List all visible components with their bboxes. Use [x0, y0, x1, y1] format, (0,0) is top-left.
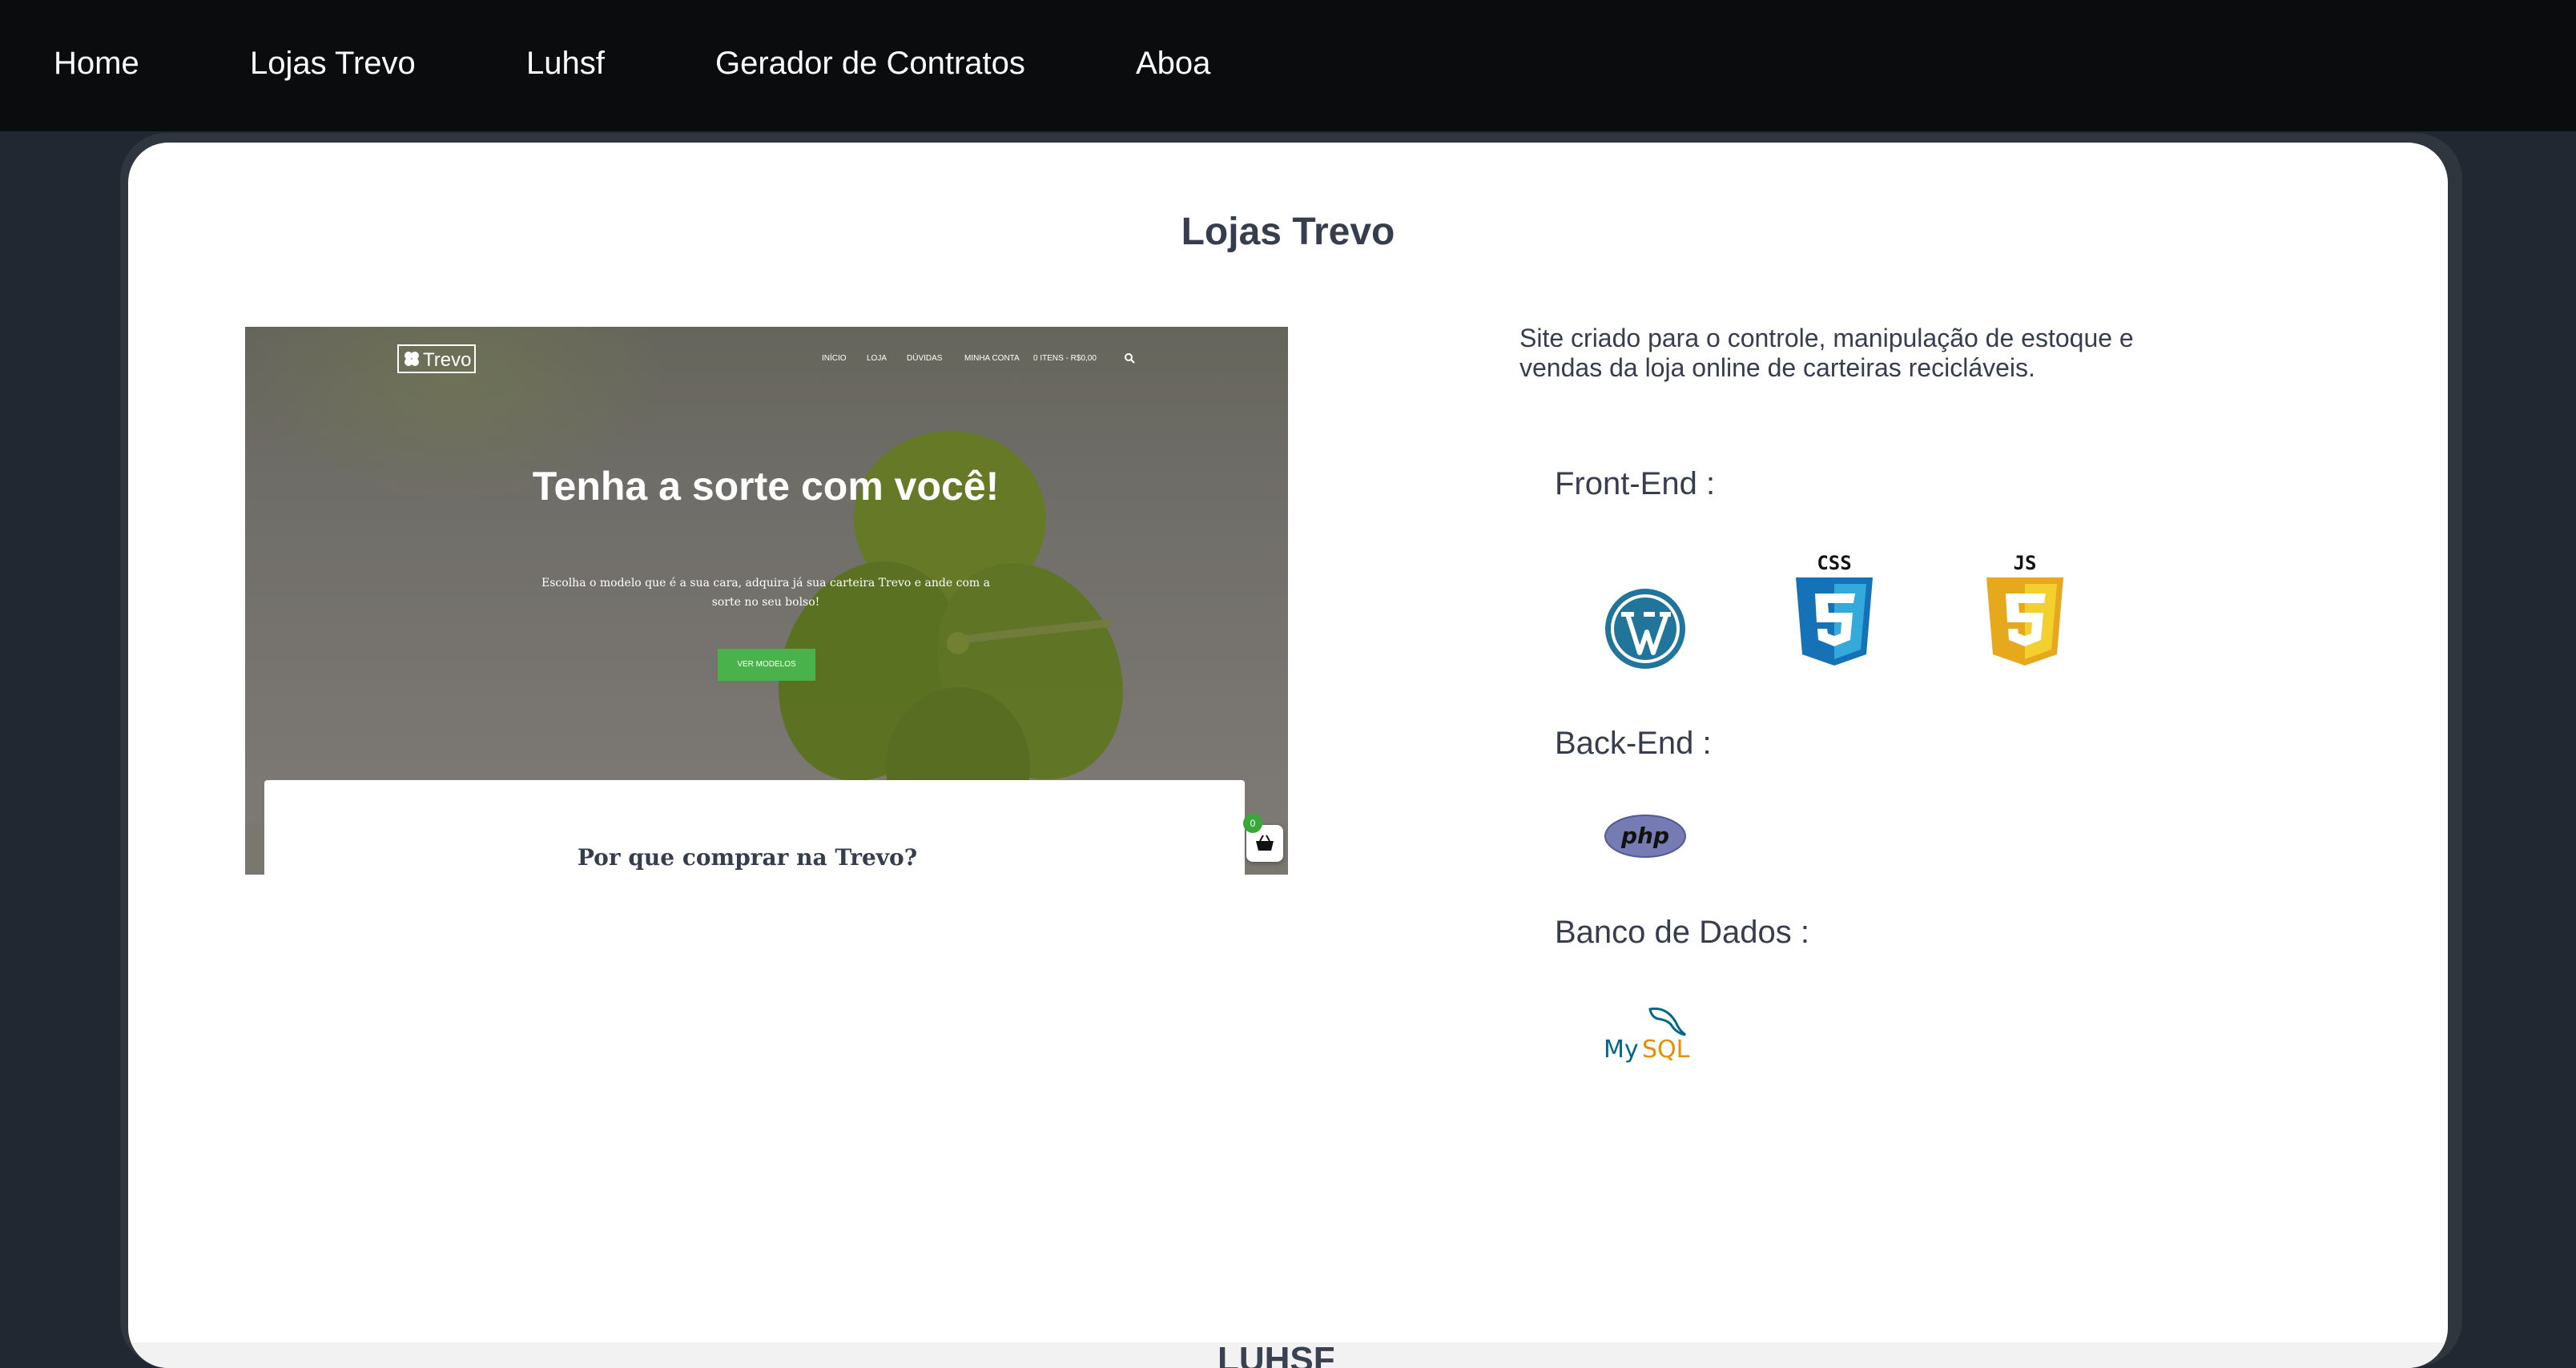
frontend-label: Front-End :	[1555, 466, 1716, 501]
top-navbar: Home Lojas Trevo Luhsf Gerador de Contra…	[0, 0, 2576, 131]
search-icon	[1125, 353, 1135, 364]
mysql-icon: My SQL	[1604, 1007, 1690, 1064]
next-project-title: LUHSF	[1218, 1340, 1335, 1368]
shot-nav-cart-total: 0 ITENS - R$0,00	[1033, 354, 1097, 363]
css3-icon: CSS	[1794, 553, 1874, 666]
database-label: Banco de Dados :	[1555, 915, 1809, 950]
php-icon: php	[1604, 815, 1686, 858]
nav-lojas-trevo-link[interactable]: Lojas Trevo	[250, 46, 416, 82]
project-screenshot: Trevo INÍCIO LOJA DÚVIDAS MINHA CONTA 0 …	[245, 327, 1288, 875]
nav-luhsf-link[interactable]: Luhsf	[526, 46, 605, 82]
shot-cart-badge: 0	[1243, 814, 1262, 833]
project-title: Lojas Trevo	[1181, 211, 1395, 253]
svg-text:CSS: CSS	[1817, 553, 1851, 574]
project-description: Site criado para o controle, manipulação…	[1519, 324, 2134, 382]
javascript-icon: JS	[1985, 553, 2065, 666]
wordpress-icon	[1605, 589, 1685, 669]
nav-aboa-link[interactable]: Aboa	[1136, 46, 1210, 82]
svg-text:SQL: SQL	[1642, 1036, 1690, 1064]
project-card: Lojas Trevo Trevo INÍCIO LOJA DÚVIDAS MI…	[128, 143, 2448, 1368]
svg-text:php: php	[1620, 823, 1669, 849]
shot-nav-inicio: INÍCIO	[822, 354, 847, 363]
shot-nav-duvidas: DÚVIDAS	[907, 354, 943, 363]
clover-logo-icon	[405, 352, 419, 366]
nav-gerador-contratos-link[interactable]: Gerador de Contratos	[715, 46, 1025, 82]
nav-home-link[interactable]: Home	[54, 46, 139, 82]
trevo-logo: Trevo	[397, 344, 476, 373]
svg-text:My: My	[1604, 1036, 1639, 1064]
shot-nav-loja: LOJA	[867, 354, 888, 363]
shot-section-title: Por que comprar na Trevo?	[577, 844, 918, 871]
trevo-logo-text: Trevo	[423, 349, 472, 371]
svg-text:JS: JS	[2014, 553, 2037, 574]
shot-headline: Tenha a sorte com você!	[532, 464, 1000, 509]
backend-label: Back-End :	[1555, 726, 1712, 761]
shot-subtitle: Escolha o modelo que é a sua cara, adqui…	[541, 577, 990, 609]
shot-nav-minha-conta: MINHA CONTA	[964, 354, 1020, 363]
shot-ver-modelos-button: VER MODELOS	[718, 649, 815, 681]
